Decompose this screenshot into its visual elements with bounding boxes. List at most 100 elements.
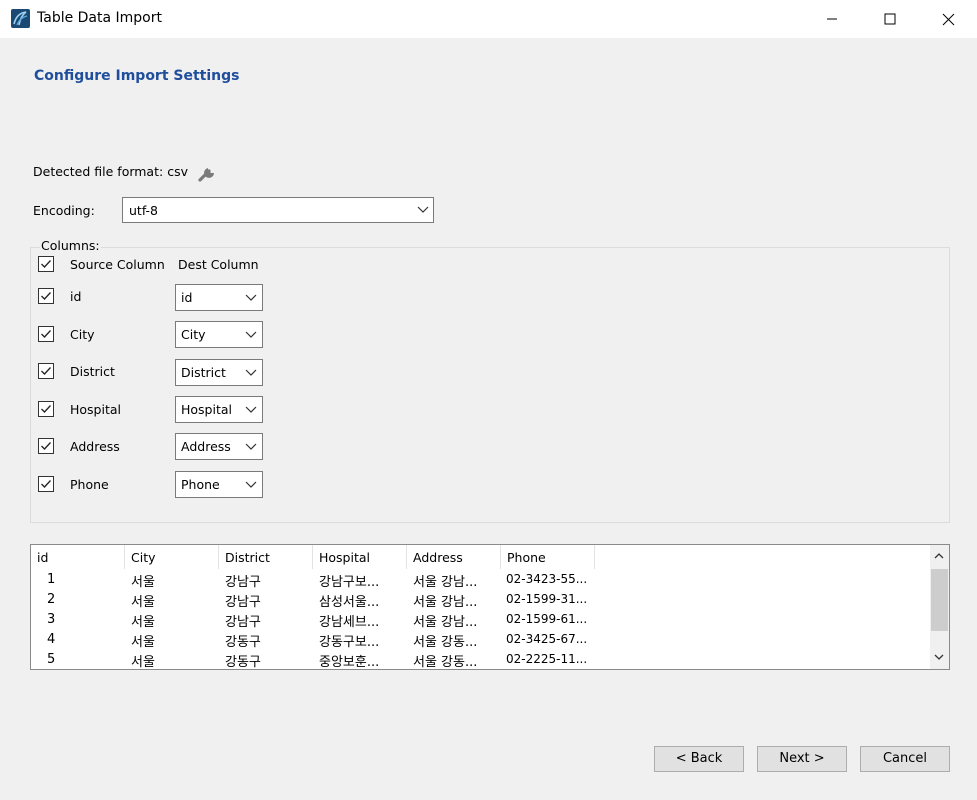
- chevron-down-icon: [245, 369, 257, 376]
- vertical-scrollbar[interactable]: [930, 545, 949, 669]
- preview-cell: 서울: [131, 655, 155, 670]
- dest-column-select-phone[interactable]: Phone: [175, 471, 263, 498]
- column-checkbox-phone[interactable]: [38, 476, 54, 492]
- title-bar: Table Data Import: [0, 0, 977, 38]
- preview-cell: 서울 강남...: [413, 615, 478, 630]
- column-checkbox-id[interactable]: [38, 288, 54, 304]
- dest-column-value: Address: [181, 439, 231, 454]
- checkmark-icon: [41, 367, 51, 375]
- close-icon: [942, 13, 954, 25]
- source-column-label: District: [70, 364, 115, 379]
- preview-cell: 5: [47, 652, 56, 667]
- preview-header-phone[interactable]: Phone: [501, 545, 595, 569]
- preview-cell: 4: [47, 632, 56, 647]
- preview-cell: 2: [47, 592, 56, 607]
- minimize-icon: [827, 18, 837, 20]
- preview-cell: 3: [47, 612, 56, 627]
- chevron-down-icon: [245, 443, 257, 450]
- preview-cell: 삼성서울...: [319, 595, 380, 610]
- chevron-down-icon: [245, 406, 257, 413]
- preview-cell: 강남구보...: [319, 575, 380, 590]
- preview-header-hospital[interactable]: Hospital: [313, 545, 407, 569]
- mysql-workbench-icon: [11, 9, 30, 28]
- column-checkbox-city[interactable]: [38, 326, 54, 342]
- wrench-icon[interactable]: [197, 161, 219, 183]
- preview-cell: 서울 강동...: [413, 635, 478, 650]
- dest-column-select-address[interactable]: Address: [175, 433, 263, 460]
- preview-cell: 강동구보...: [319, 635, 380, 650]
- checkmark-icon: [41, 330, 51, 338]
- encoding-value: utf-8: [129, 203, 159, 218]
- next-button[interactable]: Next >: [757, 746, 847, 772]
- column-checkbox-district[interactable]: [38, 363, 54, 379]
- preview-cell: 02-1599-31...: [506, 592, 588, 606]
- chevron-down-icon: [245, 481, 257, 488]
- preview-header-city[interactable]: City: [125, 545, 219, 569]
- detected-format-label: Detected file format: csv: [33, 164, 188, 179]
- checkmark-icon: [41, 405, 51, 413]
- source-column-header: Source Column: [70, 257, 165, 272]
- preview-cell: 강남구: [225, 615, 261, 630]
- checkmark-icon: [41, 480, 51, 488]
- column-checkbox-address[interactable]: [38, 438, 54, 454]
- preview-cell: 서울: [131, 575, 155, 590]
- preview-cell: 강남구: [225, 575, 261, 590]
- preview-cell: 서울: [131, 595, 155, 610]
- columns-legend: Columns:: [40, 238, 101, 253]
- detected-format-value: csv: [167, 164, 188, 179]
- preview-cell: 서울 강남...: [413, 595, 478, 610]
- preview-header-id[interactable]: id: [31, 545, 125, 569]
- encoding-label: Encoding:: [33, 203, 95, 218]
- columns-group: [30, 247, 950, 523]
- checkmark-icon: [41, 260, 51, 268]
- chevron-down-icon: [417, 206, 429, 213]
- maximize-icon: [884, 13, 896, 25]
- dest-column-select-city[interactable]: City: [175, 321, 263, 348]
- checkmark-icon: [41, 292, 51, 300]
- checkmark-icon: [41, 442, 51, 450]
- preview-cell: 1: [47, 572, 56, 587]
- minimize-button[interactable]: [803, 0, 861, 38]
- preview-cell: 중앙보훈...: [319, 655, 380, 670]
- chevron-down-icon: [245, 331, 257, 338]
- dest-column-value: Hospital: [181, 402, 233, 417]
- preview-table[interactable]: id City District Hospital Address Phone …: [30, 544, 950, 670]
- dest-column-select-id[interactable]: id: [175, 284, 263, 311]
- preview-header-district[interactable]: District: [219, 545, 313, 569]
- dest-column-value: City: [181, 327, 206, 342]
- dest-column-header: Dest Column: [178, 257, 259, 272]
- preview-cell: 강동구: [225, 635, 261, 650]
- preview-cell: 서울 강동...: [413, 655, 478, 670]
- scrollbar-thumb[interactable]: [931, 569, 948, 631]
- dest-column-select-district[interactable]: District: [175, 359, 263, 386]
- dest-column-value: District: [181, 365, 226, 380]
- preview-cell: 서울 강남...: [413, 575, 478, 590]
- preview-cell: 02-3423-55...: [506, 572, 588, 586]
- cancel-button[interactable]: Cancel: [860, 746, 950, 772]
- back-button[interactable]: < Back: [654, 746, 744, 772]
- preview-cell: 02-1599-61...: [506, 612, 588, 626]
- dest-column-value: Phone: [181, 477, 220, 492]
- select-all-checkbox[interactable]: [38, 256, 54, 272]
- maximize-button[interactable]: [861, 0, 919, 38]
- window-title: Table Data Import: [37, 10, 162, 26]
- preview-cell: 강남구: [225, 595, 261, 610]
- preview-cell: 강동구: [225, 655, 261, 670]
- source-column-label: Hospital: [70, 402, 122, 417]
- preview-cell: 서울: [131, 615, 155, 630]
- source-column-label: id: [70, 289, 82, 304]
- source-column-label: City: [70, 327, 95, 342]
- scroll-up-icon[interactable]: [934, 552, 944, 560]
- close-button[interactable]: [919, 0, 977, 38]
- chevron-down-icon: [245, 294, 257, 301]
- column-checkbox-hospital[interactable]: [38, 401, 54, 417]
- scroll-down-icon[interactable]: [934, 653, 944, 661]
- encoding-select[interactable]: utf-8: [122, 197, 434, 223]
- dest-column-select-hospital[interactable]: Hospital: [175, 396, 263, 423]
- source-column-label: Phone: [70, 477, 109, 492]
- source-column-label: Address: [70, 439, 120, 454]
- preview-cell: 02-2225-11...: [506, 652, 588, 666]
- preview-header-address[interactable]: Address: [407, 545, 501, 569]
- preview-cell: 강남세브...: [319, 615, 380, 630]
- preview-cell: 서울: [131, 635, 155, 650]
